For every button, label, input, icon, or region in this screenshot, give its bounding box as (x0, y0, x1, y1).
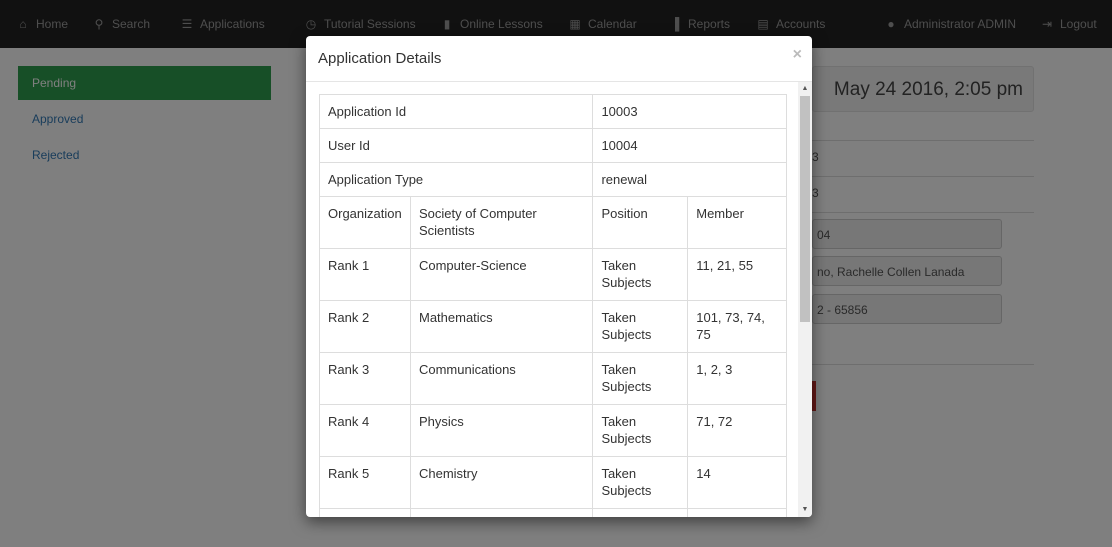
modal-scrollbar[interactable]: ▲ ▼ (798, 82, 812, 517)
scroll-up-arrow-icon[interactable]: ▲ (798, 82, 812, 96)
table-cell: Member (687, 196, 787, 249)
table-row: Application Id 10003 (318, 94, 787, 129)
table-cell: Taken Subjects (592, 248, 689, 301)
info-value: 10003 (592, 94, 787, 129)
table-cell: Society of Computer Scientists (409, 196, 594, 249)
table-row: User Id 10004 (318, 128, 787, 163)
table-cell: Rank 3 (319, 352, 411, 405)
modal-header: Application Details × (306, 36, 812, 82)
info-value: 10004 (592, 128, 787, 163)
table-row: Rank 4 Physics Taken Subjects 71, 72 (319, 404, 787, 457)
info-value: renewal (592, 162, 787, 197)
table-cell: Rank 1 (319, 248, 411, 301)
table-row: Application Type renewal (318, 162, 787, 197)
table-row: Organization Society of Computer Scienti… (319, 196, 787, 249)
table-cell: Computer-Science (409, 248, 594, 301)
table-cell (409, 508, 594, 517)
table-cell (319, 508, 411, 517)
table-row (319, 508, 787, 517)
info-label: User Id (318, 128, 594, 163)
table-cell: Taken Subjects (592, 456, 689, 509)
table-cell: Rank 2 (319, 300, 411, 353)
scroll-down-arrow-icon[interactable]: ▼ (798, 503, 812, 517)
table-cell: 14 (687, 456, 787, 509)
table-cell: Physics (409, 404, 594, 457)
info-label: Application Type (318, 162, 594, 197)
table-row: Rank 1 Computer-Science Taken Subjects 1… (319, 248, 787, 301)
table-row: Rank 3 Communications Taken Subjects 1, … (319, 352, 787, 405)
table-cell: Organization (319, 196, 411, 249)
close-icon[interactable]: × (793, 46, 802, 64)
table-row: Rank 2 Mathematics Taken Subjects 101, 7… (319, 300, 787, 353)
table-cell: Chemistry (409, 456, 594, 509)
application-details-modal: Application Details × Application Id 100… (306, 36, 812, 517)
modal-title: Application Details (318, 50, 442, 67)
table-cell (592, 508, 689, 517)
table-cell: 101, 73, 74, 75 (687, 300, 787, 353)
table-cell: Mathematics (409, 300, 594, 353)
table-cell: Rank 5 (319, 456, 411, 509)
table-cell: Communications (409, 352, 594, 405)
table-cell (687, 508, 787, 517)
modal-body: Application Id 10003 User Id 10004 Appli… (306, 82, 812, 517)
table-cell: 1, 2, 3 (687, 352, 787, 405)
table-cell: Taken Subjects (592, 300, 689, 353)
scrollbar-thumb[interactable] (800, 96, 810, 322)
table-cell: Position (592, 196, 689, 249)
table-cell: Rank 4 (319, 404, 411, 457)
info-label: Application Id (318, 94, 594, 129)
table-cell: Taken Subjects (592, 404, 689, 457)
application-details-table: Application Id 10003 User Id 10004 Appli… (318, 94, 787, 517)
table-cell: Taken Subjects (592, 352, 689, 405)
table-cell: 11, 21, 55 (687, 248, 787, 301)
table-cell: 71, 72 (687, 404, 787, 457)
table-row: Rank 5 Chemistry Taken Subjects 14 (319, 456, 787, 509)
